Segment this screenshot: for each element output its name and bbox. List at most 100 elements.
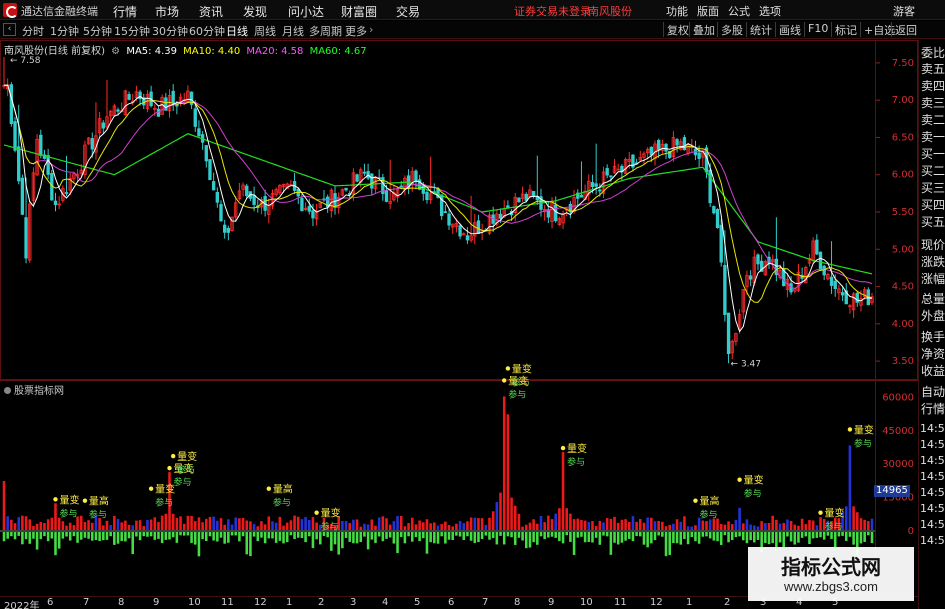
rp-earnings[interactable]: 收益 bbox=[921, 364, 945, 378]
rp-outer-vol[interactable]: 外盘 bbox=[921, 309, 945, 323]
volume-bar bbox=[686, 526, 690, 530]
volume-tick-label: 60000 bbox=[882, 392, 914, 403]
menu-assistant[interactable]: 问小达 bbox=[288, 3, 324, 20]
volume-negative-bar bbox=[609, 532, 613, 555]
tool-multi-stock[interactable]: 多股 bbox=[717, 22, 743, 37]
period-multi[interactable]: 多周期 bbox=[309, 23, 342, 39]
more-chevron-icon[interactable]: › bbox=[369, 23, 373, 36]
signal-label: 量高 bbox=[89, 495, 109, 508]
time-label: 14:50 bbox=[920, 470, 945, 483]
volume-negative-bar bbox=[245, 532, 249, 555]
period-1min[interactable]: 1分钟 bbox=[50, 23, 79, 39]
rp-auto[interactable]: 自动 bbox=[921, 385, 945, 399]
rp-ask3[interactable]: 卖三 bbox=[921, 96, 945, 110]
rp-bid3[interactable]: 买三 bbox=[921, 181, 945, 195]
chart-canvas[interactable]: 7.50 7.00 6.50 6.00 5.50 5.00 4.50 4.00 3.50 600… bbox=[0, 40, 918, 596]
volume-bar bbox=[727, 521, 730, 530]
volume-negative-bar bbox=[602, 532, 605, 536]
guest-user[interactable]: 游客 bbox=[893, 3, 915, 19]
period-timeshare[interactable]: 分时 bbox=[22, 23, 44, 39]
volume-negative-bar bbox=[719, 532, 723, 545]
volume-negative-bar bbox=[385, 532, 388, 539]
volume-negative-bar bbox=[800, 532, 804, 538]
volume-negative-bar bbox=[668, 532, 671, 556]
volume-negative-bar bbox=[572, 532, 576, 555]
volume-negative-bar bbox=[120, 532, 123, 541]
volume-tick-label: 45000 bbox=[882, 426, 914, 437]
menu-options[interactable]: 选项 bbox=[759, 3, 781, 19]
tool-overlay[interactable]: 叠加 bbox=[689, 22, 715, 37]
price-tick-label: 6.00 bbox=[892, 170, 914, 181]
volume-negative-bar bbox=[46, 532, 50, 542]
volume-negative-bar bbox=[510, 532, 513, 538]
tool-draw[interactable]: 画线 bbox=[775, 22, 801, 37]
ma5-value: MA5: 4.39 bbox=[126, 46, 177, 57]
volume-bar bbox=[241, 517, 245, 530]
menu-news[interactable]: 资讯 bbox=[199, 3, 223, 20]
volume-negative-bar bbox=[65, 532, 68, 537]
volume-negative-bar bbox=[10, 532, 13, 537]
signal-label: 量变 bbox=[59, 493, 79, 506]
rp-change-pct[interactable]: 涨幅 bbox=[921, 272, 945, 286]
menu-market[interactable]: 市场 bbox=[155, 3, 179, 20]
volume-bar bbox=[2, 481, 6, 530]
time-label: 14:50 bbox=[920, 486, 945, 499]
period-60min[interactable]: 60分钟 bbox=[189, 23, 225, 39]
volume-negative-bar bbox=[149, 532, 153, 537]
tool-f10[interactable]: F10 bbox=[804, 22, 828, 37]
rp-bid2[interactable]: 买二 bbox=[921, 164, 945, 178]
volume-bar bbox=[311, 517, 315, 530]
volume-bar bbox=[300, 519, 304, 530]
period-15min[interactable]: 15分钟 bbox=[114, 23, 150, 39]
period-weekly[interactable]: 周线 bbox=[254, 23, 276, 39]
period-monthly[interactable]: 月线 bbox=[282, 23, 304, 39]
time-label: 14:50 bbox=[920, 502, 945, 515]
volume-negative-bar bbox=[208, 532, 212, 537]
menu-discover[interactable]: 发现 bbox=[243, 3, 267, 20]
tool-mark[interactable]: 标记 bbox=[831, 22, 857, 37]
volume-bar bbox=[550, 519, 554, 530]
rp-bid5[interactable]: 买五 bbox=[921, 215, 945, 229]
settings-gear-icon[interactable]: ⚙ bbox=[111, 46, 120, 57]
back-arrow-icon[interactable]: ‹ bbox=[3, 23, 16, 36]
rp-ask4[interactable]: 卖四 bbox=[921, 79, 945, 93]
period-5min[interactable]: 5分钟 bbox=[83, 23, 112, 39]
period-more[interactable]: 更多 bbox=[345, 23, 367, 39]
rp-turnover[interactable]: 换手 bbox=[921, 330, 945, 344]
rp-volume[interactable]: 总量 bbox=[921, 292, 945, 306]
indicator-title[interactable]: 股票指标网 bbox=[4, 382, 64, 397]
rp-bid4[interactable]: 买四 bbox=[921, 198, 945, 212]
rp-ask2[interactable]: 卖二 bbox=[921, 113, 945, 127]
volume-negative-bar bbox=[83, 532, 87, 538]
rp-bid-ratio[interactable]: 委比 bbox=[921, 46, 945, 60]
menu-trade[interactable]: 交易 bbox=[396, 3, 420, 20]
menu-formula[interactable]: 公式 bbox=[728, 3, 750, 19]
volume-negative-bar bbox=[282, 532, 285, 544]
login-notice[interactable]: 证券交易未登录 bbox=[514, 3, 591, 19]
tool-adjust[interactable]: 复权 bbox=[663, 22, 689, 37]
tool-return[interactable]: 返回 bbox=[891, 22, 917, 37]
tool-statistics[interactable]: 统计 bbox=[746, 22, 772, 37]
rp-quote[interactable]: 行情 bbox=[921, 402, 945, 416]
rp-change[interactable]: 涨跌 bbox=[921, 255, 945, 269]
rp-bid1[interactable]: 买一 bbox=[921, 147, 945, 161]
signal-label: 量变 bbox=[744, 474, 764, 487]
volume-negative-bar bbox=[311, 532, 315, 549]
rp-ask1[interactable]: 卖一 bbox=[921, 130, 945, 144]
rp-ask5[interactable]: 卖五 bbox=[921, 62, 945, 76]
period-30min[interactable]: 30分钟 bbox=[152, 23, 188, 39]
volume-negative-bar bbox=[594, 532, 598, 538]
candle-body bbox=[605, 168, 609, 176]
rp-price[interactable]: 现价 bbox=[921, 238, 945, 252]
period-daily[interactable]: 日线 bbox=[226, 23, 248, 39]
candle-body bbox=[64, 192, 69, 194]
volume-bar bbox=[753, 525, 756, 530]
volume-bar bbox=[120, 522, 123, 530]
menu-wealth[interactable]: 财富圈 bbox=[341, 3, 377, 20]
menu-function[interactable]: 功能 bbox=[666, 3, 688, 19]
tool-add-watchlist[interactable]: +自选 bbox=[860, 22, 895, 37]
menu-quotes[interactable]: 行情 bbox=[113, 3, 137, 20]
menu-layout[interactable]: 版面 bbox=[697, 3, 719, 19]
rp-net-asset[interactable]: 净资 bbox=[921, 347, 945, 361]
volume-negative-bar bbox=[267, 532, 271, 539]
